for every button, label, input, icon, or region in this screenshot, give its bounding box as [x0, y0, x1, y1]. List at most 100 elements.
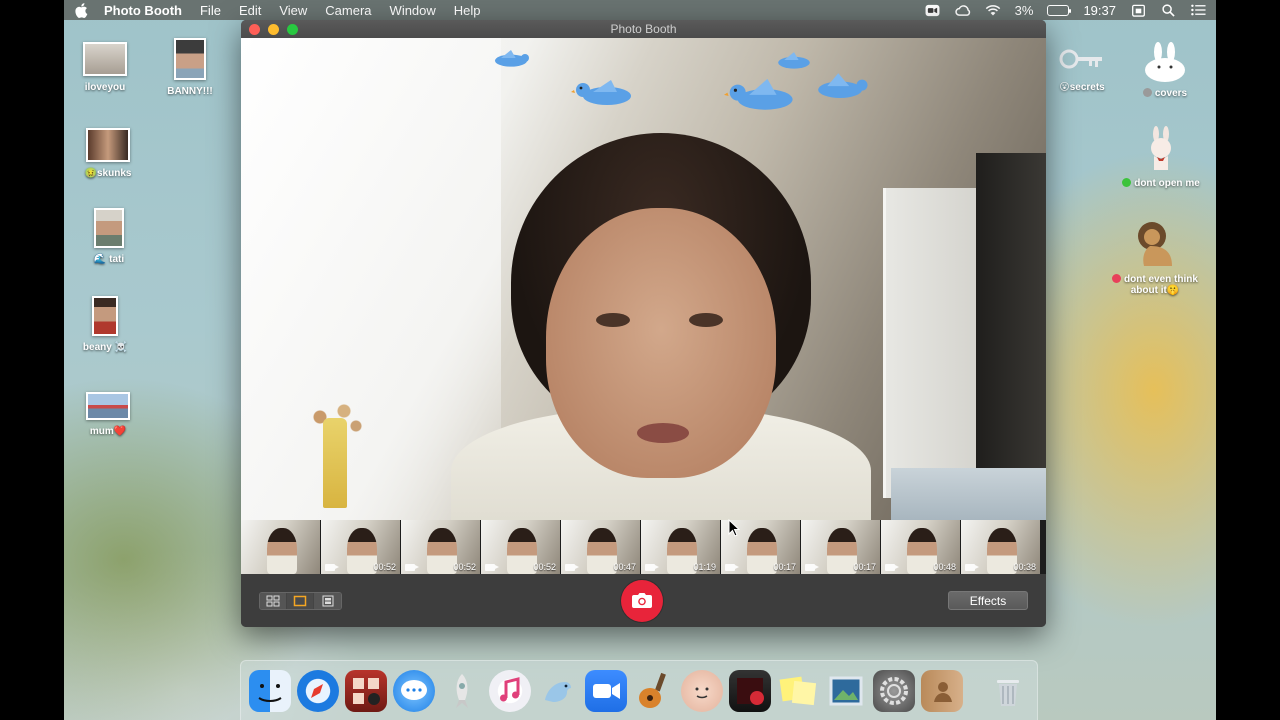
right-black-bar: [1216, 0, 1280, 720]
menu-help[interactable]: Help: [454, 3, 481, 18]
stickies-icon[interactable]: [777, 670, 819, 712]
emoji-tag: 😮: [1059, 82, 1070, 93]
clock[interactable]: 19:37: [1083, 3, 1116, 18]
system-preferences-icon[interactable]: [873, 669, 915, 712]
filmstrip-thumbnail[interactable]: 00:52: [481, 520, 560, 574]
camera-icon: [632, 593, 652, 608]
desktop-icon-label: iloveyou: [84, 82, 126, 93]
left-black-bar: [0, 0, 64, 720]
notification-center-icon[interactable]: [1190, 3, 1206, 17]
four-up-mode-button[interactable]: [260, 593, 287, 609]
filmstrip-thumbnail[interactable]: 00:17: [801, 520, 880, 574]
finder-icon[interactable]: [249, 669, 291, 712]
label-text: tati: [109, 254, 125, 265]
desktop-icon-tati[interactable]: 🌊 tati: [64, 208, 154, 265]
photo-booth-strip-icon[interactable]: [729, 669, 771, 712]
garageband-icon[interactable]: [633, 670, 675, 712]
video-icon: [565, 564, 579, 571]
calendar-icon[interactable]: [1130, 3, 1146, 17]
fullscreen-button[interactable]: [287, 24, 298, 35]
thumbnail-person: [267, 528, 297, 574]
filmstrip-thumbnail[interactable]: [241, 520, 320, 574]
zoom-app-icon[interactable]: [585, 669, 627, 712]
photo-booth-icon[interactable]: [345, 669, 387, 712]
creative-cloud-icon[interactable]: [955, 3, 971, 17]
menu-file[interactable]: File: [200, 3, 221, 18]
close-button[interactable]: [249, 24, 260, 35]
video-icon: [645, 564, 659, 571]
desktop-icon-dont-even-think-about-it[interactable]: dont even think about it🤫: [1110, 218, 1200, 296]
desktop-icon-label: dont open me: [1116, 178, 1206, 189]
video-duration: 00:48: [933, 562, 956, 572]
desktop-icon-dont-open-me[interactable]: dont open me: [1116, 126, 1206, 189]
bird-effect-icon: [724, 78, 804, 114]
menu-view[interactable]: View: [279, 3, 307, 18]
label-text: dont open me: [1134, 178, 1200, 189]
battery-percent: 3%: [1014, 2, 1034, 18]
photo-booth-window: Photo Booth 00:52 00:52 00:52 00:47 01:1…: [241, 20, 1046, 627]
bird-effect-icon: [476, 50, 546, 70]
desktop-icon-beany[interactable]: beany ☠️: [60, 296, 150, 353]
spotlight-search-icon[interactable]: [1160, 3, 1176, 17]
trash-icon[interactable]: [987, 670, 1029, 712]
itunes-icon[interactable]: [489, 669, 531, 712]
avatar-app-icon[interactable]: [681, 669, 723, 712]
label-text: beany: [82, 342, 112, 353]
contacts-icon[interactable]: [921, 669, 963, 712]
desktop-icon-label: beany ☠️: [60, 342, 150, 353]
safari-icon[interactable]: [297, 669, 339, 712]
messages-icon[interactable]: [393, 669, 435, 712]
window-title: Photo Booth: [610, 22, 677, 36]
preview-app-icon[interactable]: [825, 670, 867, 712]
menu-window[interactable]: Window: [390, 3, 436, 18]
effects-button[interactable]: Effects: [948, 591, 1028, 610]
desktop-icon-label: covers: [1120, 88, 1210, 99]
desktop-icon-mum[interactable]: mum❤️: [63, 392, 153, 437]
desktop-icon-label: mum❤️: [63, 426, 153, 437]
launchpad-rocket-icon[interactable]: [441, 670, 483, 712]
video-duration: 00:52: [373, 562, 396, 572]
single-photo-mode-button[interactable]: [287, 593, 314, 609]
video-duration: 00:17: [853, 562, 876, 572]
menu-edit[interactable]: Edit: [239, 3, 261, 18]
battery-icon[interactable]: [1047, 4, 1072, 16]
desktop-icon-secrets[interactable]: 😮secrets: [1037, 42, 1127, 93]
filmstrip-thumbnail[interactable]: 00:48: [881, 520, 960, 574]
video-duration: 01:19: [693, 562, 716, 572]
minimize-button[interactable]: [268, 24, 279, 35]
desktop-icon-covers[interactable]: covers: [1120, 42, 1210, 99]
desktop-icon-label: 🌊 tati: [64, 254, 154, 265]
take-photo-button[interactable]: [621, 580, 663, 622]
video-icon: [325, 564, 339, 571]
color-tag: [1142, 88, 1152, 97]
sequel-pro-seal-icon[interactable]: [537, 670, 579, 712]
photo-thumbnail: [83, 42, 127, 76]
filmstrip-thumbnail[interactable]: 00:52: [401, 520, 480, 574]
menubar: Photo Booth File Edit View Camera Window…: [64, 0, 1216, 20]
zoom-icon[interactable]: [925, 3, 941, 17]
apple-icon[interactable]: [74, 2, 88, 18]
filmstrip-thumbnail[interactable]: 01:19: [641, 520, 720, 574]
menu-camera[interactable]: Camera: [325, 3, 371, 18]
desktop-icon-label: BANNY!!!: [167, 86, 213, 97]
filmstrip: 00:52 00:52 00:52 00:47 01:19 00:17 00:1…: [241, 520, 1046, 574]
desktop-icon-banny[interactable]: BANNY!!!: [145, 38, 235, 97]
photo-thumbnail: [92, 296, 118, 336]
desktop-icon-label: 😮secrets: [1037, 82, 1127, 93]
filmstrip-thumbnail[interactable]: 00:52: [321, 520, 400, 574]
label-text: skunks: [96, 168, 132, 179]
desktop-icon-label: dont even think about it🤫: [1110, 274, 1200, 296]
title-bar[interactable]: Photo Booth: [241, 20, 1046, 38]
person: [451, 133, 871, 520]
menu-app-name[interactable]: Photo Booth: [104, 3, 182, 18]
person-eye: [689, 313, 723, 327]
filmstrip-thumbnail[interactable]: 00:38: [961, 520, 1040, 574]
color-tag: [1112, 274, 1122, 283]
dock: [240, 660, 1038, 720]
label-text: dont even think about it: [1124, 274, 1198, 296]
filmstrip-thumbnail[interactable]: 00:47: [561, 520, 640, 574]
wifi-icon[interactable]: [985, 3, 1001, 17]
desktop-icon-iloveyou[interactable]: iloveyou: [60, 42, 150, 93]
video-mode-button[interactable]: [314, 593, 341, 609]
desktop-icon-skunks[interactable]: 🤢skunks: [63, 128, 153, 179]
